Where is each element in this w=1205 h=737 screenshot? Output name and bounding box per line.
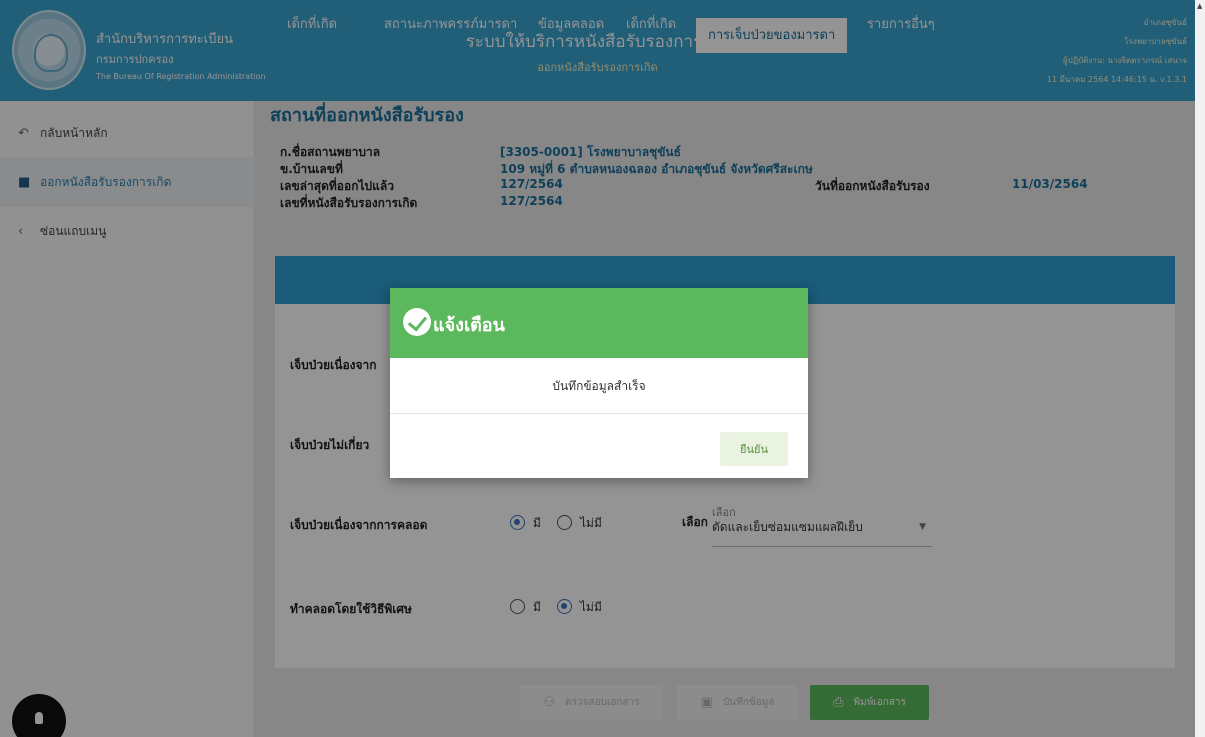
page-scrollbar[interactable] [1195, 0, 1205, 737]
check-circle-icon [403, 308, 431, 336]
dialog-header: แจ้งเตือน [390, 288, 808, 358]
confirm-button[interactable]: ยืนยัน [720, 432, 788, 466]
dialog-title: แจ้งเตือน [433, 315, 505, 336]
alert-dialog: แจ้งเตือน บันทึกข้อมูลสำเร็จ ยืนยัน [390, 288, 808, 478]
dialog-message: บันทึกข้อมูลสำเร็จ [390, 358, 808, 414]
scroll-up-icon[interactable]: ▲ [1197, 2, 1202, 10]
